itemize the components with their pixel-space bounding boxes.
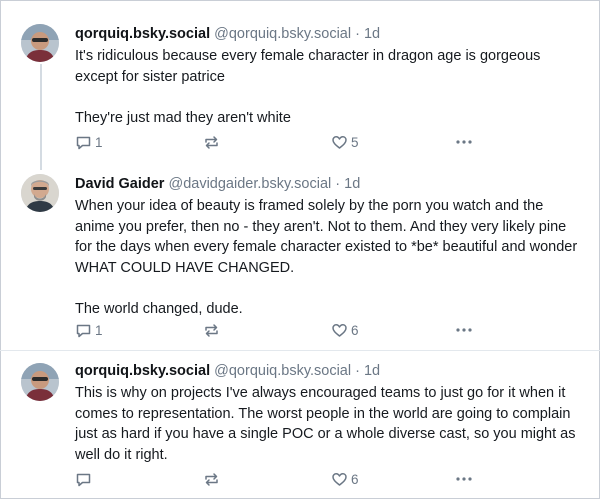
author-name[interactable]: qorquiq.bsky.social [75, 26, 210, 42]
post-time[interactable]: · 1d [355, 26, 380, 42]
post-body: When your idea of beauty is framed solel… [75, 196, 585, 319]
avatar[interactable] [21, 363, 59, 401]
post[interactable]: qorquiq.bsky.social @qorquiq.bsky.social… [0, 0, 600, 160]
post-actions: 1 6 [75, 321, 485, 339]
repost-icon [205, 472, 218, 486]
more-options-icon [456, 328, 472, 332]
post-paragraph: The world changed, dude. [75, 300, 243, 317]
heart-icon [332, 135, 347, 149]
like-button[interactable]: 5 [331, 133, 359, 151]
post-paragraph: When your idea of beauty is framed solel… [75, 198, 578, 276]
author-name[interactable]: David Gaider [75, 176, 164, 192]
reply-button[interactable]: 1 [75, 321, 103, 339]
author-handle[interactable]: @davidgaider.bsky.social [168, 176, 331, 192]
repost-icon [205, 135, 218, 149]
reply-icon [76, 473, 91, 486]
like-button[interactable]: 6 [331, 321, 359, 339]
more-options-icon [456, 477, 472, 481]
post-body: This is why on projects I've always enco… [75, 383, 585, 465]
reply-count: 1 [95, 322, 103, 338]
post-time[interactable]: · 1d [355, 363, 380, 379]
like-count: 5 [351, 134, 359, 150]
post[interactable]: David Gaider @davidgaider.bsky.social · … [0, 160, 600, 350]
reply-button[interactable]: 1 [75, 133, 103, 151]
post-paragraph: They're just mad they aren't white [75, 109, 291, 126]
post-header: qorquiq.bsky.social @qorquiq.bsky.social… [75, 361, 585, 381]
post-paragraph: This is why on projects I've always enco… [75, 385, 576, 463]
repost-button[interactable] [203, 321, 223, 339]
like-count: 6 [351, 322, 359, 338]
heart-icon [332, 323, 347, 337]
post-time[interactable]: · 1d [335, 176, 360, 192]
reply-button[interactable] [75, 470, 95, 488]
author-name[interactable]: qorquiq.bsky.social [75, 363, 210, 379]
reply-icon [76, 136, 91, 149]
like-button[interactable]: 6 [331, 470, 359, 488]
post-actions: 1 5 [75, 133, 485, 151]
post-body: It's ridiculous because every female cha… [75, 46, 585, 128]
reply-count: 1 [95, 134, 103, 150]
avatar[interactable] [21, 24, 59, 62]
like-count: 6 [351, 471, 359, 487]
post-header: David Gaider @davidgaider.bsky.social · … [75, 174, 585, 194]
more-options-button[interactable] [455, 321, 473, 339]
author-handle[interactable]: @qorquiq.bsky.social [214, 26, 351, 42]
more-options-button[interactable] [455, 470, 473, 488]
repost-icon [205, 323, 218, 337]
repost-button[interactable] [203, 470, 223, 488]
more-options-button[interactable] [455, 133, 473, 151]
post[interactable]: qorquiq.bsky.social @qorquiq.bsky.social… [0, 351, 600, 499]
heart-icon [332, 472, 347, 486]
post-actions: 6 [75, 470, 485, 488]
post-header: qorquiq.bsky.social @qorquiq.bsky.social… [75, 24, 585, 44]
avatar[interactable] [21, 174, 59, 212]
reply-icon [76, 324, 91, 337]
repost-button[interactable] [203, 133, 223, 151]
more-options-icon [456, 140, 472, 144]
author-handle[interactable]: @qorquiq.bsky.social [214, 363, 351, 379]
post-paragraph: It's ridiculous because every female cha… [75, 48, 541, 85]
